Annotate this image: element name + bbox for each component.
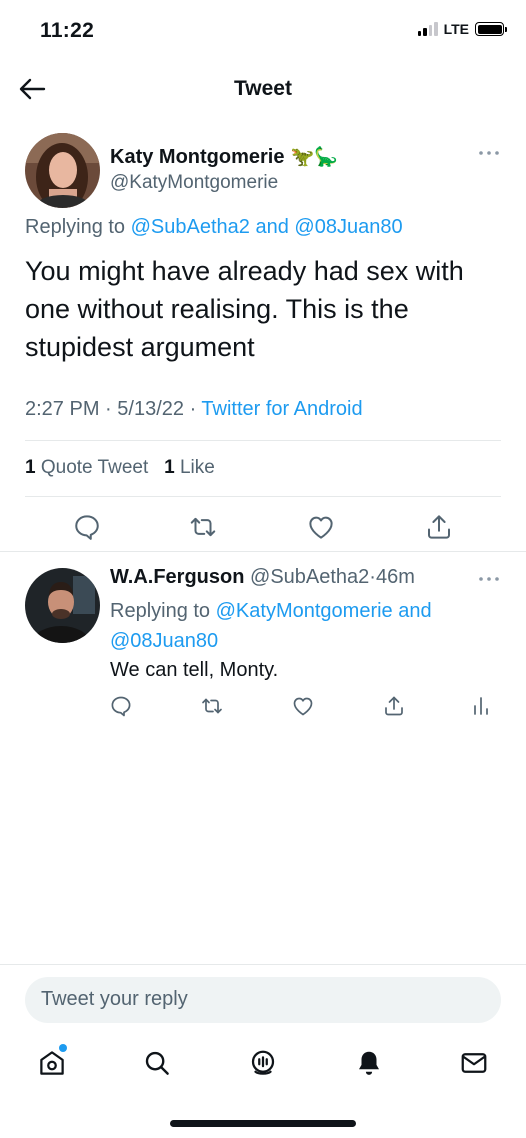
display-name[interactable]: W.A.Ferguson <box>110 566 244 588</box>
likes-stat[interactable]: 1 Like <box>164 457 215 478</box>
home-indicator[interactable] <box>170 1120 356 1127</box>
battery-icon <box>475 22 507 36</box>
author-handle[interactable]: @SubAetha2 <box>250 566 369 588</box>
notifications-bell-icon[interactable] <box>354 1048 384 1078</box>
notification-dot <box>59 1044 67 1052</box>
author-handle[interactable]: @KatyMontgomerie <box>110 172 278 194</box>
divider <box>0 551 526 552</box>
display-name[interactable]: Katy Montgomerie <box>110 146 284 169</box>
quote-tweets-stat[interactable]: 1 Quote Tweet <box>25 457 148 478</box>
tweet-date: 5/13/22 <box>117 398 184 420</box>
like-heart-icon[interactable] <box>306 512 336 542</box>
more-options-icon[interactable] <box>477 572 501 586</box>
reply-icon[interactable] <box>72 512 102 542</box>
analytics-icon[interactable] <box>469 694 493 718</box>
avatar[interactable] <box>25 568 100 643</box>
retweet-icon[interactable] <box>200 694 224 718</box>
status-time: 11:22 <box>40 19 95 42</box>
network-label: LTE <box>443 21 469 37</box>
avatar[interactable] <box>25 133 100 208</box>
mention-link[interactable]: @08Juan80 <box>294 216 402 238</box>
tweet-stats: 1 Quote Tweet 1 Like <box>25 457 215 479</box>
messages-envelope-icon[interactable] <box>459 1048 489 1078</box>
tweet-meta: 2:27 PM · 5/13/22 · Twitter for Android <box>25 398 363 420</box>
retweet-icon[interactable] <box>188 512 218 542</box>
divider <box>0 964 526 965</box>
arrow-left-icon[interactable] <box>18 77 46 101</box>
status-indicators: LTE <box>417 21 507 37</box>
tweet-age: 46m <box>375 566 415 588</box>
mention-link[interactable]: @SubAetha2 <box>131 216 250 238</box>
divider <box>25 496 501 497</box>
like-heart-icon[interactable] <box>291 694 315 718</box>
home-icon[interactable] <box>37 1048 67 1078</box>
share-icon[interactable] <box>382 694 406 718</box>
replying-to: Replying to @KatyMontgomerie and @08Juan… <box>110 600 432 652</box>
page-title: Tweet <box>234 77 292 100</box>
share-icon[interactable] <box>424 512 454 542</box>
tweet-source[interactable]: Twitter for Android <box>201 398 362 420</box>
reply-input[interactable]: Tweet your reply <box>25 977 501 1023</box>
search-icon[interactable] <box>142 1048 172 1078</box>
tweet-text: You might have already had sex with one … <box>25 256 464 362</box>
tweet-time: 2:27 PM <box>25 398 100 420</box>
mention-link[interactable]: @KatyMontgomerie <box>216 600 393 622</box>
author-name[interactable]: Katy Montgomerie 🦖🦕 <box>110 145 338 169</box>
mention-link[interactable]: @08Juan80 <box>110 630 218 652</box>
spaces-icon[interactable] <box>248 1048 278 1078</box>
more-options-icon[interactable] <box>477 146 501 160</box>
divider <box>25 440 501 441</box>
tweet-text: We can tell, Monty. <box>110 659 279 681</box>
signal-icon <box>417 22 438 36</box>
reply-icon[interactable] <box>109 694 133 718</box>
reply-author-line: W.A.Ferguson @SubAetha2·46m <box>110 566 415 588</box>
replying-to: Replying to @SubAetha2 and @08Juan80 <box>25 216 403 238</box>
dinosaur-emoji-icon: 🦖🦕 <box>290 147 338 168</box>
